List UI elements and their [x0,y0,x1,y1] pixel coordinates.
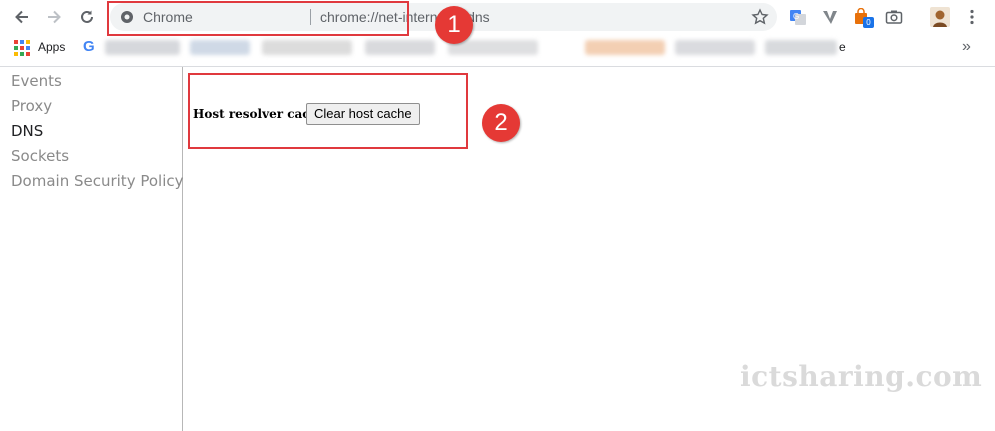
sidebar-item-proxy[interactable]: Proxy [11,97,52,115]
sidebar-item-events[interactable]: Events [11,72,62,90]
sidebar-item-sockets[interactable]: Sockets [11,147,69,165]
svg-text:G: G [793,12,799,21]
arrow-right-icon [48,10,61,24]
apps-grid-icon[interactable] [14,40,30,56]
blurred-bookmark[interactable] [585,40,665,55]
reload-icon [81,10,93,23]
blurred-bookmark[interactable] [675,40,755,55]
extension-badge: 0 [863,17,874,28]
step-2-marker: 2 [482,104,520,142]
back-button[interactable] [9,4,35,30]
blurred-bookmark[interactable] [765,40,837,55]
camera-icon[interactable] [883,6,905,28]
vivaldi-v-icon[interactable] [819,6,841,28]
arrow-left-icon [15,10,28,24]
blurred-bookmark[interactable] [105,40,180,55]
bookmarks-overflow-button[interactable]: » [962,38,971,56]
shopping-bag-icon[interactable]: 0 [851,6,874,28]
forward-button[interactable] [41,4,67,30]
bookmarks-bar: Apps G e » [0,35,995,61]
step-1-marker: 1 [435,6,473,44]
blurred-bookmark[interactable] [262,40,352,55]
apps-bookmark[interactable]: Apps [38,40,65,54]
translate-icon[interactable]: G [787,6,809,28]
google-bookmark-icon[interactable]: G [83,38,95,55]
sidebar-item-dns[interactable]: DNS [11,122,43,140]
profile-avatar-icon[interactable] [929,6,951,28]
star-icon[interactable] [751,8,769,26]
vertical-dots-menu-icon[interactable] [961,6,983,28]
bookmark-label-fragment[interactable]: e [839,40,846,54]
blurred-bookmark[interactable] [365,40,435,55]
reload-button[interactable] [74,4,100,30]
net-internals-sidebar: Events Proxy DNS Sockets Domain Security… [0,67,184,431]
site-watermark: ictsharing.com [740,360,983,393]
sidebar-item-domain-security-policy[interactable]: Domain Security Policy [11,172,184,190]
annotation-box-address-bar [107,1,409,36]
annotation-box-clear-cache [188,73,468,149]
blurred-bookmark[interactable] [190,40,250,55]
